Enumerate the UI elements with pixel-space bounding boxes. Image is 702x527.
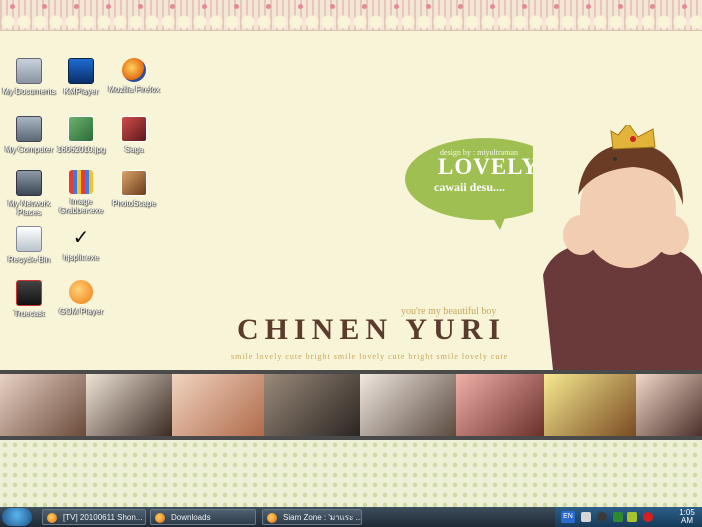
bubble-lovely-text: LOVELY (438, 154, 540, 179)
strip-photo (544, 374, 636, 436)
recycle-bin-icon (16, 226, 42, 252)
taskbar-window-label: [TV] 20100611 Shon... (63, 513, 143, 522)
volume-icon[interactable] (597, 512, 607, 522)
start-button[interactable] (2, 508, 32, 526)
icon-label: GOM Player (58, 307, 103, 316)
portrait-image (533, 125, 702, 370)
image-file-icon (68, 116, 94, 142)
clock[interactable]: 1:05 AM (672, 509, 702, 525)
icon-label: hjsplit.exe (63, 253, 99, 262)
desktop-icon-firefox[interactable]: Mozilla Firefox (103, 58, 165, 94)
taskbar-window-label: Downloads (171, 513, 211, 522)
network-icon (16, 170, 42, 196)
desktop-icon-hjsplit[interactable]: ✓ hjsplit.exe (50, 226, 112, 262)
icon-label: Saga (124, 145, 144, 154)
strip-photo (264, 374, 360, 436)
image-file-icon (121, 116, 147, 142)
desktop: My Documents KMPlayer Mozilla Firefox My… (0, 0, 702, 507)
media-player-icon (68, 58, 94, 84)
taskbar-window-siam-zone[interactable]: Siam Zone : 'มาแระ ... (262, 509, 362, 525)
photo-strip (0, 370, 702, 440)
gom-player-icon (69, 280, 93, 304)
strip-photo (0, 374, 86, 436)
bubble-cawaii-text: cawaii desu.... (434, 180, 506, 194)
grabber-icon (69, 170, 93, 194)
truecast-icon (16, 280, 42, 306)
strip-photo (360, 374, 456, 436)
strip-photo (456, 374, 544, 436)
firefox-icon (155, 513, 165, 523)
strip-photo (636, 374, 702, 436)
firefox-icon (267, 513, 277, 523)
network-tray-icon[interactable] (613, 512, 623, 522)
wallpaper-title: CHINEN YURI (237, 313, 507, 346)
desktop-icon-photoscape[interactable]: PhotoScape (103, 170, 165, 208)
wallpaper-subtitle: smile lovely cute bright smile lovely cu… (231, 352, 509, 361)
computer-icon (16, 116, 42, 142)
speech-bubble-tail (488, 210, 508, 230)
photoscape-icon (121, 170, 147, 196)
desktop-icon-gom-player[interactable]: GOM Player (50, 280, 112, 316)
language-indicator[interactable]: EN (561, 511, 575, 523)
taskbar-window-downloads[interactable]: Downloads (150, 509, 256, 525)
help-icon[interactable] (581, 512, 591, 522)
icon-label: PhotoScape (112, 199, 156, 208)
desktop-icon-saga[interactable]: Saga (103, 116, 165, 154)
clock-period: AM (681, 516, 693, 525)
firefox-icon (47, 513, 57, 523)
strip-photo (172, 374, 264, 436)
strip-photo (86, 374, 172, 436)
taskbar-window-label: Siam Zone : 'มาแระ ... (283, 513, 362, 522)
icon-label: Mozilla Firefox (108, 85, 160, 94)
polka-dot-band (0, 440, 702, 507)
documents-icon (16, 58, 42, 84)
checkmark-icon: ✓ (72, 227, 90, 249)
firefox-icon (122, 58, 146, 82)
battery-icon[interactable] (627, 512, 637, 522)
antivirus-icon[interactable] (643, 512, 653, 522)
lace-border (0, 0, 702, 31)
taskbar: [TV] 20100611 Shon... Downloads Siam Zon… (0, 507, 702, 527)
taskbar-window-tv[interactable]: [TV] 20100611 Shon... (42, 509, 146, 525)
